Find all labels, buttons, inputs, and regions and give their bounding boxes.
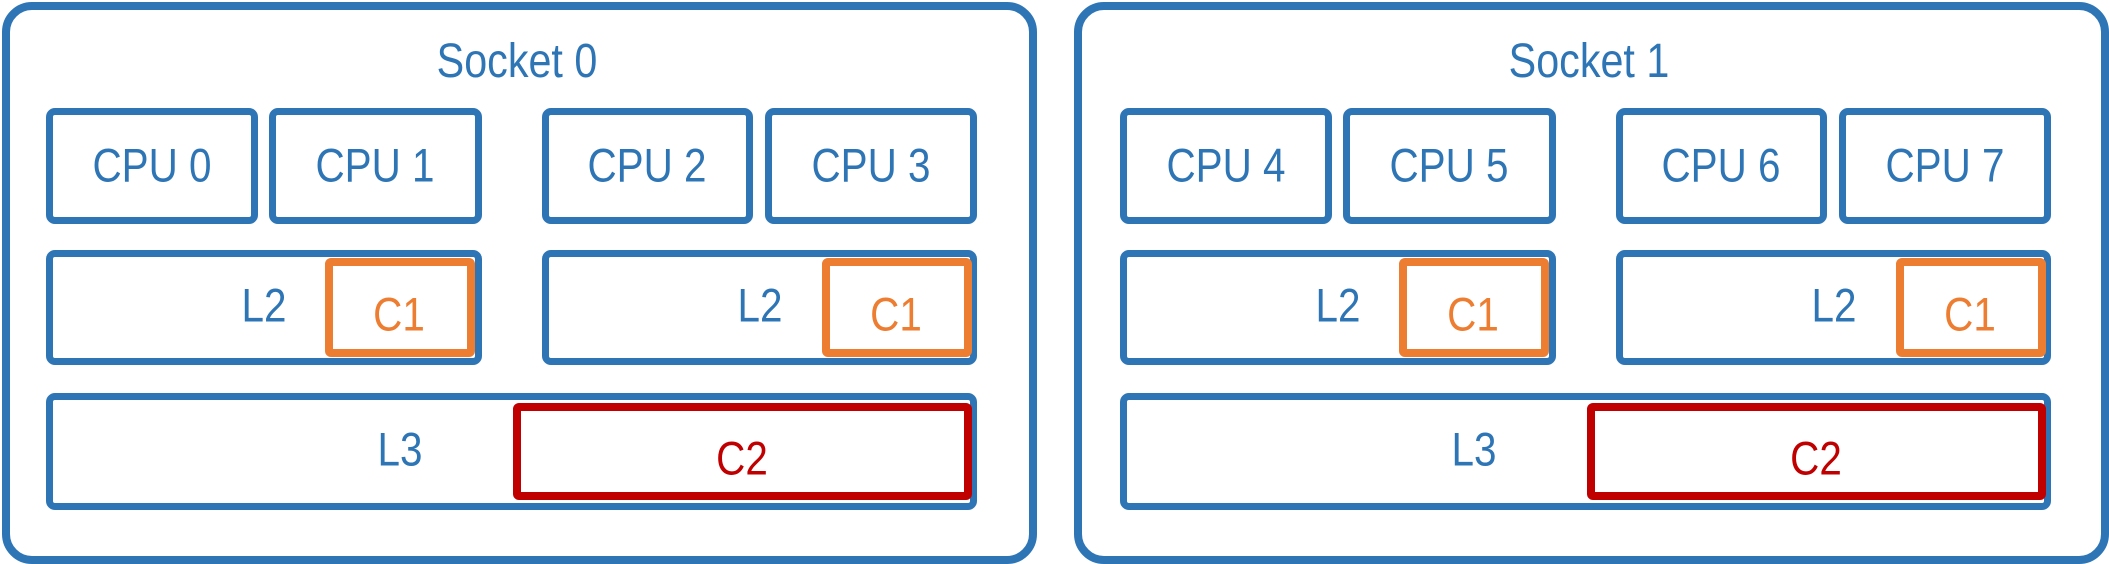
- cpu-label: CPU 7: [1885, 138, 2005, 192]
- cpu-label: CPU 2: [587, 138, 707, 192]
- cpu-label: CPU 5: [1389, 138, 1509, 192]
- c2-label: C2: [716, 431, 768, 485]
- cpu-label: CPU 3: [811, 138, 931, 192]
- cpu-label: CPU 0: [92, 138, 212, 192]
- cpu-label: CPU 1: [315, 138, 435, 192]
- c1-label: C1: [870, 287, 922, 341]
- l2-label: L2: [737, 278, 783, 332]
- l3-label: L3: [1451, 422, 1497, 476]
- socket-title: Socket 0: [436, 35, 598, 88]
- cpu-label: CPU 6: [1661, 138, 1781, 192]
- l2-label: L2: [1315, 278, 1361, 332]
- c1-label: C1: [373, 287, 425, 341]
- c2-label: C2: [1790, 431, 1842, 485]
- c1-label: C1: [1447, 287, 1499, 341]
- cpu-label: CPU 4: [1166, 138, 1286, 192]
- socket-title: Socket 1: [1508, 35, 1670, 88]
- l3-label: L3: [377, 422, 423, 476]
- c1-label: C1: [1944, 287, 1996, 341]
- l2-label: L2: [1811, 278, 1857, 332]
- l2-label: L2: [241, 278, 287, 332]
